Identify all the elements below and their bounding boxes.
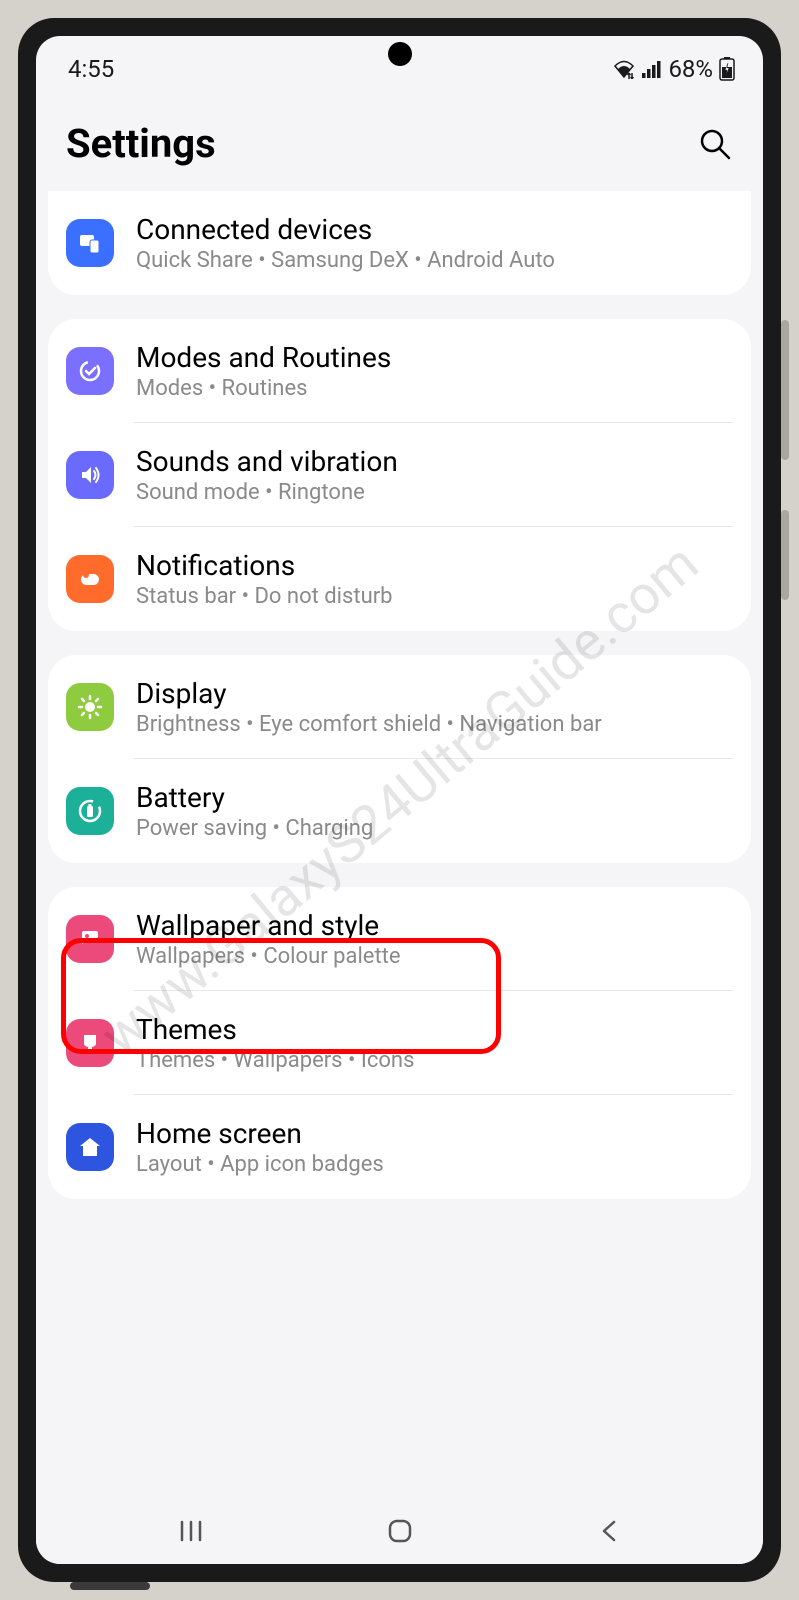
phone-volume-button [781, 320, 789, 460]
status-right: 68% [612, 55, 735, 83]
recents-icon [176, 1516, 206, 1546]
camera-punch-hole [388, 42, 412, 66]
settings-item-sounds[interactable]: Sounds and vibration Sound mode • Ringto… [48, 423, 751, 527]
search-button[interactable] [697, 126, 733, 162]
item-title: Connected devices [136, 213, 733, 246]
screen: www.GalaxyS24UltraGuide.com 4:55 68% Set… [36, 36, 763, 1564]
battery-icon [719, 57, 735, 81]
battery-percent: 68% [668, 55, 713, 83]
settings-item-display[interactable]: Display Brightness • Eye comfort shield … [48, 655, 751, 759]
phone-bottom-accent [70, 1582, 150, 1590]
item-subtitle: Themes • Wallpapers • Icons [136, 1048, 733, 1073]
item-text: Display Brightness • Eye comfort shield … [136, 677, 733, 737]
item-text: Modes and Routines Modes • Routines [136, 341, 733, 401]
settings-item-home-screen[interactable]: Home screen Layout • App icon badges [48, 1095, 751, 1199]
item-text: Home screen Layout • App icon badges [136, 1117, 733, 1177]
home-icon [66, 1123, 114, 1171]
page-title: Settings [66, 120, 216, 167]
settings-group: Wallpaper and style Wallpapers • Colour … [48, 887, 751, 1199]
notifications-icon [66, 555, 114, 603]
settings-group: Modes and Routines Modes • Routines Soun… [48, 319, 751, 631]
settings-item-wallpaper[interactable]: Wallpaper and style Wallpapers • Colour … [48, 887, 751, 991]
nav-home-button[interactable] [360, 1517, 440, 1545]
item-text: Themes Themes • Wallpapers • Icons [136, 1013, 733, 1073]
header: Settings [36, 86, 763, 191]
themes-icon [66, 1019, 114, 1067]
phone-frame: www.GalaxyS24UltraGuide.com 4:55 68% Set… [18, 18, 781, 1582]
item-subtitle: Brightness • Eye comfort shield • Naviga… [136, 712, 733, 737]
back-icon [596, 1518, 622, 1544]
wifi-icon [612, 59, 636, 79]
home-nav-icon [386, 1517, 414, 1545]
item-subtitle: Power saving • Charging [136, 816, 733, 841]
settings-group: Display Brightness • Eye comfort shield … [48, 655, 751, 863]
item-text: Battery Power saving • Charging [136, 781, 733, 841]
nav-back-button[interactable] [569, 1518, 649, 1544]
sound-icon [66, 451, 114, 499]
settings-item-notifications[interactable]: Notifications Status bar • Do not distur… [48, 527, 751, 631]
battery-settings-icon [66, 787, 114, 835]
settings-item-modes-routines[interactable]: Modes and Routines Modes • Routines [48, 319, 751, 423]
phone-power-button [781, 510, 789, 600]
item-subtitle: Quick Share • Samsung DeX • Android Auto [136, 248, 733, 273]
item-text: Connected devices Quick Share • Samsung … [136, 213, 733, 273]
settings-item-connected-devices[interactable]: Connected devices Quick Share • Samsung … [48, 191, 751, 295]
settings-list[interactable]: Connected devices Quick Share • Samsung … [36, 191, 763, 1498]
item-title: Display [136, 677, 733, 710]
item-title: Notifications [136, 549, 733, 582]
display-icon [66, 683, 114, 731]
item-title: Sounds and vibration [136, 445, 733, 478]
item-title: Themes [136, 1013, 733, 1046]
status-time: 4:55 [68, 55, 114, 83]
settings-group: Connected devices Quick Share • Samsung … [48, 191, 751, 295]
wallpaper-icon [66, 915, 114, 963]
item-title: Home screen [136, 1117, 733, 1150]
item-title: Wallpaper and style [136, 909, 733, 942]
item-text: Notifications Status bar • Do not distur… [136, 549, 733, 609]
item-title: Battery [136, 781, 733, 814]
settings-item-battery[interactable]: Battery Power saving • Charging [48, 759, 751, 863]
search-icon [697, 126, 733, 162]
item-subtitle: Modes • Routines [136, 376, 733, 401]
signal-icon [642, 60, 662, 78]
item-text: Sounds and vibration Sound mode • Ringto… [136, 445, 733, 505]
item-title: Modes and Routines [136, 341, 733, 374]
item-subtitle: Status bar • Do not disturb [136, 584, 733, 609]
modes-icon [66, 347, 114, 395]
settings-item-themes[interactable]: Themes Themes • Wallpapers • Icons [48, 991, 751, 1095]
navigation-bar [36, 1498, 763, 1564]
item-subtitle: Sound mode • Ringtone [136, 480, 733, 505]
item-text: Wallpaper and style Wallpapers • Colour … [136, 909, 733, 969]
connected-devices-icon [66, 219, 114, 267]
item-subtitle: Layout • App icon badges [136, 1152, 733, 1177]
nav-recents-button[interactable] [151, 1516, 231, 1546]
item-subtitle: Wallpapers • Colour palette [136, 944, 733, 969]
